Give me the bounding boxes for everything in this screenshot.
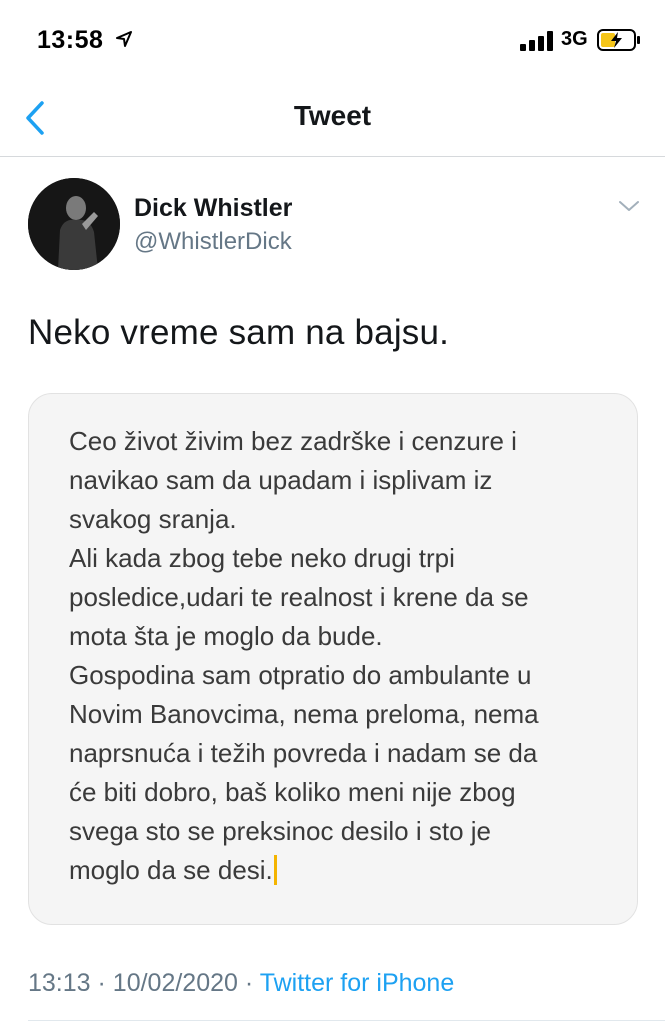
avatar[interactable] xyxy=(28,178,120,270)
meta-separator: · xyxy=(97,969,106,997)
author-handle[interactable]: @WhistlerDick xyxy=(134,228,292,256)
tweet-text: Neko vreme sam na bajsu. xyxy=(28,313,450,352)
status-bar: 13:58 3G xyxy=(0,0,665,80)
page-title: Tweet xyxy=(293,100,372,131)
tweet-media-image[interactable]: Ceo život živim bez zadrške i cenzure i … xyxy=(28,393,638,925)
signal-bars-icon xyxy=(520,31,553,51)
status-time: 13:58 xyxy=(37,26,104,54)
author-name[interactable]: Dick Whistler xyxy=(134,194,292,223)
meta-separator: · xyxy=(244,969,254,997)
navigation-bar: Tweet xyxy=(0,80,665,157)
note-text-content: Ceo život živim bez zadrške i cenzure i … xyxy=(69,426,539,885)
tweet-source-link[interactable]: Twitter for iPhone xyxy=(260,969,455,997)
divider xyxy=(28,1020,665,1021)
battery-charging-icon xyxy=(597,29,640,51)
network-type: 3G xyxy=(561,28,588,50)
text-cursor xyxy=(273,855,277,885)
avatar-image xyxy=(28,178,120,270)
chevron-down-icon[interactable] xyxy=(617,198,641,214)
note-text: Ceo život živim bez zadrške i cenzure i … xyxy=(69,422,609,890)
location-arrow-icon xyxy=(116,31,132,47)
tweet-metadata: 13:13 · 10/02/2020 · Twitter for iPhone xyxy=(28,969,454,998)
tweet-time: 13:13 xyxy=(28,969,91,997)
tweet-date: 10/02/2020 xyxy=(112,969,238,997)
